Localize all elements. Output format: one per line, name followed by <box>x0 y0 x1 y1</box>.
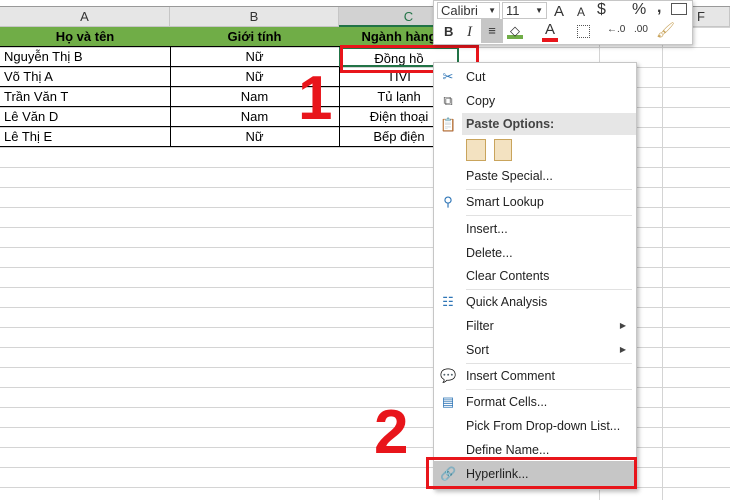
scissors-icon: ✂ <box>442 69 454 84</box>
menu-item-pick-from-list[interactable]: Pick From Drop-down List... <box>434 414 636 438</box>
label: Pick From Drop-down List... <box>466 419 621 433</box>
highlight-box-hyperlink <box>426 457 637 489</box>
font-color-icon[interactable]: A <box>542 21 558 42</box>
label: Cut <box>466 70 486 84</box>
table-cell[interactable]: Trần Văn T <box>0 87 171 107</box>
header-cell[interactable]: Giới tính <box>170 27 340 47</box>
column-header-a[interactable]: A <box>0 7 170 27</box>
font-size: 11 <box>506 3 520 18</box>
label: Copy <box>466 94 496 108</box>
format-painter-icon[interactable]: 🖌 <box>656 21 675 39</box>
menu-item-paste-special[interactable]: Paste Special... <box>434 164 636 188</box>
label: Define Name... <box>466 443 550 457</box>
decrease-font-icon[interactable]: A <box>577 5 585 19</box>
menu-item-smart-lookup[interactable]: ⚲ Smart Lookup <box>434 190 636 214</box>
menu-item-delete[interactable]: Delete... <box>434 241 636 265</box>
context-menu: ✂ Cut ⧉ Copy Paste Options: 📋 Paste Specia… <box>433 62 637 490</box>
menu-item-filter[interactable]: Filter ▶ <box>434 314 636 338</box>
menu-item-insert-comment[interactable]: 💬 Insert Comment <box>434 364 636 388</box>
menu-item-clear-contents[interactable]: Clear Contents <box>434 264 636 288</box>
font-name-box[interactable]: Calibri ▼ <box>437 2 500 19</box>
column-header-b[interactable]: B <box>170 7 339 27</box>
paste-keep-formatting-icon[interactable] <box>466 139 486 161</box>
increase-decimal-icon[interactable]: ←.0 <box>607 24 625 35</box>
comment-icon: 💬 <box>440 368 457 383</box>
format-cells-icon: ▤ <box>441 394 455 409</box>
step-2-label: 2 <box>374 398 409 467</box>
label: Insert... <box>466 222 508 236</box>
italic-button[interactable]: I <box>467 24 472 41</box>
paste-values-icon[interactable] <box>494 139 512 161</box>
menu-item-insert[interactable]: Insert... <box>434 217 636 241</box>
label: Clear Contents <box>466 269 550 283</box>
label: Sort <box>466 343 489 357</box>
label: Quick Analysis <box>466 295 548 309</box>
mini-toolbar: Calibri ▼ 11 ▼ A A $ % , B I ≡ ◇ A ←.0 .00… <box>433 0 693 45</box>
decrease-decimal-icon[interactable]: .00 <box>634 24 648 35</box>
label: Filter <box>466 319 494 333</box>
header-cell[interactable]: Họ và tên <box>0 27 171 47</box>
font-size-box[interactable]: 11 ▼ <box>502 2 547 19</box>
table-cell[interactable]: Nguyễn Thị B <box>0 47 171 67</box>
percent-button[interactable]: % <box>632 1 646 19</box>
currency-button[interactable]: $ <box>597 1 606 19</box>
increase-font-icon[interactable]: A <box>554 3 564 20</box>
font-name: Calibri <box>441 3 478 18</box>
gridline <box>662 7 663 500</box>
fill-color-icon[interactable]: ◇ <box>507 23 523 39</box>
menu-item-format-cells[interactable]: ▤ Format Cells... <box>434 390 636 414</box>
paste-options-heading: Paste Options: <box>462 113 636 135</box>
paste-icon: 📋 <box>440 117 457 132</box>
submenu-arrow-icon: ▶ <box>619 321 626 330</box>
wrap-icon[interactable] <box>671 3 687 15</box>
quick-analysis-icon: ☷ <box>442 294 454 309</box>
label: Paste Special... <box>466 169 553 183</box>
menu-item-copy[interactable]: ⧉ Copy <box>434 89 636 113</box>
bold-button[interactable]: B <box>444 24 453 39</box>
table-cell[interactable]: Lê Thị E <box>0 127 171 147</box>
label: Paste Options: <box>466 117 555 131</box>
copy-icon: ⧉ <box>443 93 453 108</box>
label: Insert Comment <box>466 369 555 383</box>
menu-item-cut[interactable]: ✂ Cut <box>434 65 636 89</box>
column-header-f[interactable]: F <box>693 7 730 27</box>
label: Delete... <box>466 246 513 260</box>
table-cell[interactable]: Lê Văn D <box>0 107 171 127</box>
table-cell[interactable]: Võ Thị A <box>0 67 171 87</box>
comma-button[interactable]: , <box>657 0 661 17</box>
borders-icon[interactable] <box>577 25 590 38</box>
menu-item-sort[interactable]: Sort ▶ <box>434 338 636 362</box>
label: Smart Lookup <box>466 195 544 209</box>
submenu-arrow-icon: ▶ <box>619 345 626 354</box>
label: Format Cells... <box>466 395 548 409</box>
menu-item-quick-analysis[interactable]: ☷ Quick Analysis <box>434 290 636 314</box>
step-1-label: 1 <box>298 64 333 133</box>
search-icon: ⚲ <box>443 194 453 209</box>
align-center-button[interactable]: ≡ <box>481 19 503 43</box>
